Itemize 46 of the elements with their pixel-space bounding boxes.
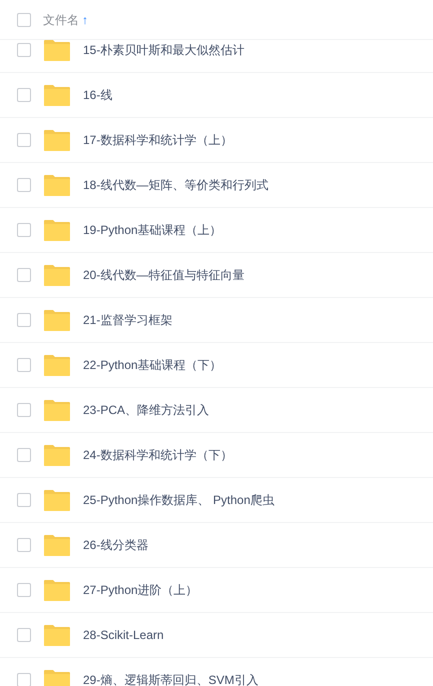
checkbox[interactable]	[17, 583, 31, 597]
folder-name[interactable]: 16-线	[83, 86, 112, 104]
folder-icon	[44, 444, 70, 466]
folder-name[interactable]: 20-线代数—特征值与特征向量	[83, 266, 244, 284]
folder-name[interactable]: 25-Python操作数据库、 Python爬虫	[83, 491, 274, 509]
checkbox[interactable]	[17, 43, 31, 57]
folder-icon	[44, 84, 70, 106]
folder-icon	[44, 534, 70, 556]
folder-icon	[44, 580, 70, 600]
folder-name[interactable]: 24-数据科学和统计学（下）	[83, 446, 232, 464]
folder-icon	[44, 400, 70, 420]
folder-name[interactable]: 26-线分类器	[83, 536, 148, 554]
checkbox[interactable]	[17, 448, 31, 462]
checkbox[interactable]	[17, 133, 31, 147]
folder-name[interactable]: 19-Python基础课程（上）	[83, 221, 222, 239]
checkbox[interactable]	[17, 178, 31, 192]
folder-name[interactable]: 23-PCA、降维方法引入	[83, 401, 210, 419]
folder-name[interactable]: 27-Python进阶（上）	[83, 581, 198, 599]
folder-name[interactable]: 17-数据科学和统计学（上）	[83, 131, 232, 149]
checkbox[interactable]	[17, 493, 31, 507]
folder-name[interactable]: 18-线代数—矩阵、等价类和行列式	[83, 176, 268, 194]
folder-name[interactable]: 28-Scikit-Learn	[83, 626, 164, 644]
folder-name[interactable]: 22-Python基础课程（下）	[83, 356, 222, 374]
folder-icon	[44, 670, 70, 686]
checkbox[interactable]	[17, 313, 31, 327]
checkbox[interactable]	[17, 538, 31, 552]
checkbox[interactable]	[17, 268, 31, 282]
checkbox[interactable]	[17, 12, 31, 26]
checkbox[interactable]	[17, 88, 31, 102]
folder-icon	[44, 310, 70, 330]
checkbox[interactable]	[17, 223, 31, 237]
folder-icon	[44, 220, 70, 240]
checkbox[interactable]	[17, 403, 31, 417]
folder-icon	[44, 624, 70, 646]
folder-name[interactable]: 29-熵、逻辑斯蒂回归、SVM引入	[83, 671, 258, 686]
folder-name[interactable]: 21-监督学习框架	[83, 311, 172, 329]
folder-icon	[44, 490, 70, 510]
checkbox[interactable]	[17, 358, 31, 372]
folder-icon	[44, 40, 70, 60]
folder-icon	[44, 264, 70, 286]
folder-icon	[44, 130, 70, 150]
checkbox[interactable]	[17, 673, 31, 686]
folder-icon	[44, 174, 70, 196]
folder-name[interactable]: 15-朴素贝叶斯和最大似然估计	[83, 41, 244, 59]
folder-icon	[44, 354, 70, 376]
checkbox[interactable]	[17, 628, 31, 642]
